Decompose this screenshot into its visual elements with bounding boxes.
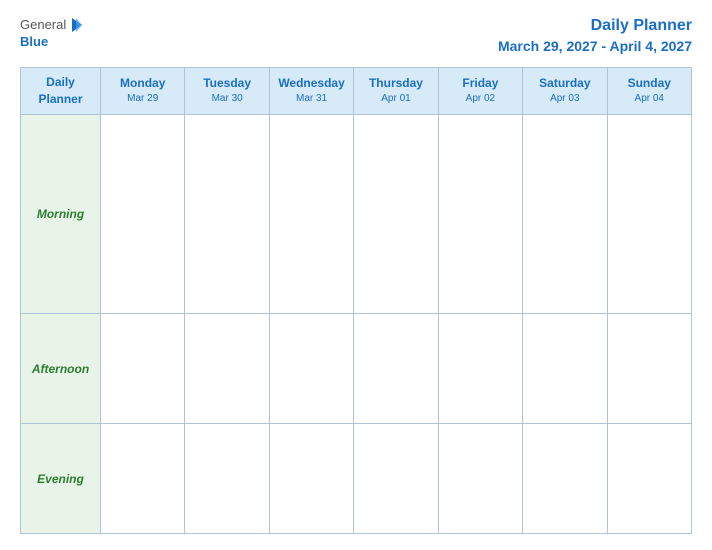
morning-label: Morning xyxy=(37,207,84,221)
calendar-header-row: Daily Planner Monday Mar 29 Tuesday Mar … xyxy=(21,67,692,114)
daily-label: Daily xyxy=(46,75,75,89)
calendar-table: Daily Planner Monday Mar 29 Tuesday Mar … xyxy=(20,67,692,534)
evening-sunday[interactable] xyxy=(607,424,691,534)
page-title: Daily Planner xyxy=(498,16,692,37)
afternoon-thursday[interactable] xyxy=(354,314,438,424)
col-header-friday: Friday Apr 02 xyxy=(438,67,522,114)
afternoon-label: Afternoon xyxy=(32,362,89,376)
evening-friday[interactable] xyxy=(438,424,522,534)
col-header-thursday: Thursday Apr 01 xyxy=(354,67,438,114)
afternoon-friday[interactable] xyxy=(438,314,522,424)
morning-label-cell: Morning xyxy=(21,114,101,313)
day-date-sunday: Apr 04 xyxy=(610,92,689,106)
daily-planner-header-cell: Daily Planner xyxy=(21,67,101,114)
afternoon-sunday[interactable] xyxy=(607,314,691,424)
afternoon-monday[interactable] xyxy=(101,314,185,424)
morning-row: Morning xyxy=(21,114,692,313)
col-header-monday: Monday Mar 29 xyxy=(101,67,185,114)
day-name-thursday: Thursday xyxy=(356,75,435,92)
col-header-sunday: Sunday Apr 04 xyxy=(607,67,691,114)
col-header-tuesday: Tuesday Mar 30 xyxy=(185,67,269,114)
date-range: March 29, 2027 - April 4, 2027 xyxy=(498,37,692,55)
morning-monday[interactable] xyxy=(101,114,185,313)
day-name-saturday: Saturday xyxy=(525,75,604,92)
day-date-tuesday: Mar 30 xyxy=(187,92,266,106)
evening-tuesday[interactable] xyxy=(185,424,269,534)
logo-row: General xyxy=(20,16,86,34)
evening-wednesday[interactable] xyxy=(269,424,353,534)
logo-general-text: General xyxy=(20,17,66,33)
day-name-tuesday: Tuesday xyxy=(187,75,266,92)
planner-label: Planner xyxy=(38,92,82,106)
morning-tuesday[interactable] xyxy=(185,114,269,313)
morning-friday[interactable] xyxy=(438,114,522,313)
evening-thursday[interactable] xyxy=(354,424,438,534)
day-name-wednesday: Wednesday xyxy=(272,75,351,92)
logo-area: General Blue xyxy=(20,16,86,50)
title-area: Daily Planner March 29, 2027 - April 4, … xyxy=(498,16,692,55)
morning-thursday[interactable] xyxy=(354,114,438,313)
morning-sunday[interactable] xyxy=(607,114,691,313)
evening-saturday[interactable] xyxy=(523,424,607,534)
day-name-friday: Friday xyxy=(441,75,520,92)
afternoon-row: Afternoon xyxy=(21,314,692,424)
day-name-sunday: Sunday xyxy=(610,75,689,92)
morning-saturday[interactable] xyxy=(523,114,607,313)
afternoon-wednesday[interactable] xyxy=(269,314,353,424)
day-date-friday: Apr 02 xyxy=(441,92,520,106)
morning-wednesday[interactable] xyxy=(269,114,353,313)
evening-label-cell: Evening xyxy=(21,424,101,534)
evening-label: Evening xyxy=(37,472,84,486)
col-header-saturday: Saturday Apr 03 xyxy=(523,67,607,114)
day-date-saturday: Apr 03 xyxy=(525,92,604,106)
day-date-thursday: Apr 01 xyxy=(356,92,435,106)
logo-blue-text: Blue xyxy=(20,34,48,50)
logo-icon xyxy=(68,16,86,34)
day-date-monday: Mar 29 xyxy=(103,92,182,106)
page: General Blue Daily Planner March 29, 202… xyxy=(0,0,712,550)
header: General Blue Daily Planner March 29, 202… xyxy=(20,16,692,55)
afternoon-tuesday[interactable] xyxy=(185,314,269,424)
afternoon-saturday[interactable] xyxy=(523,314,607,424)
evening-monday[interactable] xyxy=(101,424,185,534)
afternoon-label-cell: Afternoon xyxy=(21,314,101,424)
col-header-wednesday: Wednesday Mar 31 xyxy=(269,67,353,114)
day-date-wednesday: Mar 31 xyxy=(272,92,351,106)
evening-row: Evening xyxy=(21,424,692,534)
day-name-monday: Monday xyxy=(103,75,182,92)
